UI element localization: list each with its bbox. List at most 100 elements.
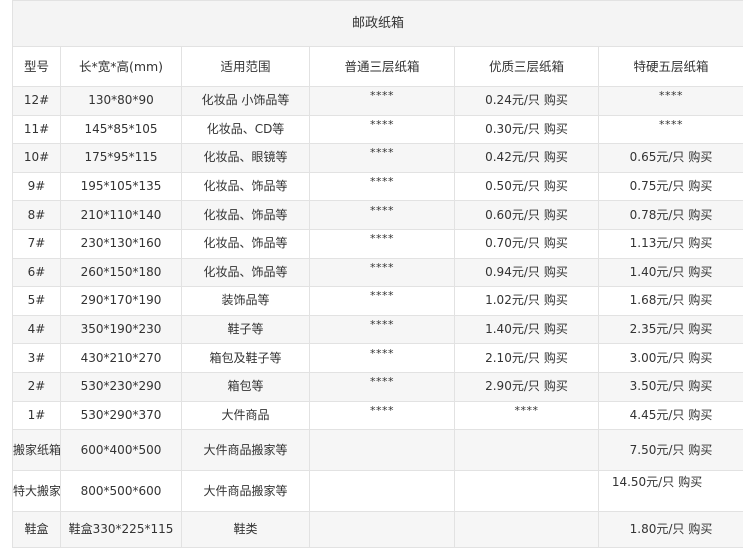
cell-quality-3-layer bbox=[455, 430, 599, 471]
buy-link[interactable]: 购买 bbox=[688, 179, 712, 193]
buy-link[interactable]: 购买 bbox=[688, 293, 712, 307]
buy-link[interactable]: 购买 bbox=[544, 179, 568, 193]
cell-normal-3-layer-text: **** bbox=[370, 232, 394, 245]
cell-usage-text: 化妆品 小饰品等 bbox=[202, 93, 290, 107]
cell-usage: 大件商品 bbox=[182, 401, 310, 430]
cell-model-text: 7# bbox=[28, 236, 46, 250]
cell-hard-5-layer: 1.40元/只购买 bbox=[599, 258, 743, 287]
cell-quality-3-layer: 2.90元/只购买 bbox=[455, 372, 599, 401]
cell-usage: 化妆品、饰品等 bbox=[182, 172, 310, 201]
cell-normal-3-layer: **** bbox=[310, 87, 455, 116]
cell-size: 230*130*160 bbox=[61, 229, 182, 258]
buy-link[interactable]: 购买 bbox=[688, 150, 712, 164]
price-value: 1.40元/只 bbox=[630, 265, 685, 279]
cell-usage: 化妆品、CD等 bbox=[182, 115, 310, 144]
cell-model: 2# bbox=[13, 372, 61, 401]
table-row: 鞋盒鞋盒330*225*115鞋类1.80元/只购买 bbox=[13, 512, 743, 548]
buy-link[interactable]: 购买 bbox=[688, 351, 712, 365]
cell-model: 4# bbox=[13, 315, 61, 344]
price-value: 1.13元/只 bbox=[630, 236, 685, 250]
buy-link[interactable]: 购买 bbox=[688, 236, 712, 250]
cell-size: 130*80*90 bbox=[61, 87, 182, 116]
cell-size-text: 145*85*105 bbox=[84, 122, 157, 136]
cell-model-text: 1# bbox=[28, 408, 46, 422]
cell-hard-5-layer-text: **** bbox=[659, 89, 683, 102]
price-value: 0.75元/只 bbox=[630, 179, 685, 193]
cell-model-text: 4# bbox=[28, 322, 46, 336]
cell-usage: 箱包及鞋子等 bbox=[182, 344, 310, 373]
buy-link[interactable]: 购买 bbox=[544, 265, 568, 279]
cell-size: 鞋盒330*225*115 bbox=[61, 512, 182, 548]
buy-link[interactable]: 购买 bbox=[544, 379, 568, 393]
cell-model: 3# bbox=[13, 344, 61, 373]
cell-normal-3-layer bbox=[310, 430, 455, 471]
cell-size-text: 530*290*370 bbox=[81, 408, 162, 422]
cell-quality-3-layer: 2.10元/只购买 bbox=[455, 344, 599, 373]
cell-normal-3-layer-text: **** bbox=[370, 404, 394, 417]
table-body: 12#130*80*90化妆品 小饰品等****0.24元/只购买****11#… bbox=[13, 87, 743, 548]
price-value: 0.65元/只 bbox=[630, 150, 685, 164]
buy-link[interactable]: 购买 bbox=[544, 122, 568, 136]
cell-size: 430*210*270 bbox=[61, 344, 182, 373]
cell-usage: 鞋类 bbox=[182, 512, 310, 548]
cell-usage-text: 化妆品、饰品等 bbox=[203, 179, 287, 193]
cell-size-text: 230*130*160 bbox=[81, 236, 162, 250]
cell-normal-3-layer: **** bbox=[310, 315, 455, 344]
cell-size: 145*85*105 bbox=[61, 115, 182, 144]
cell-size-text: 260*150*180 bbox=[81, 265, 162, 279]
table-row: 6#260*150*180化妆品、饰品等****0.94元/只购买1.40元/只… bbox=[13, 258, 743, 287]
buy-link[interactable]: 购买 bbox=[688, 408, 712, 422]
cell-size: 290*170*190 bbox=[61, 287, 182, 316]
buy-link[interactable]: 购买 bbox=[544, 236, 568, 250]
table-row: 5#290*170*190装饰品等****1.02元/只购买1.68元/只购买 bbox=[13, 287, 743, 316]
cell-quality-3-layer-text: **** bbox=[515, 404, 539, 417]
buy-link[interactable]: 购买 bbox=[544, 293, 568, 307]
buy-link[interactable]: 购买 bbox=[544, 93, 568, 107]
table-row: 10#175*95*115化妆品、眼镜等****0.42元/只购买0.65元/只… bbox=[13, 144, 743, 173]
buy-link[interactable]: 购买 bbox=[688, 208, 712, 222]
cell-usage: 大件商品搬家等 bbox=[182, 430, 310, 471]
price-value: 0.78元/只 bbox=[630, 208, 685, 222]
cell-normal-3-layer: **** bbox=[310, 258, 455, 287]
buy-link[interactable]: 购买 bbox=[688, 322, 712, 336]
cell-usage-text: 箱包等 bbox=[227, 379, 263, 393]
cell-usage: 化妆品、饰品等 bbox=[182, 201, 310, 230]
buy-link[interactable]: 购买 bbox=[544, 208, 568, 222]
cell-usage-text: 化妆品、饰品等 bbox=[203, 236, 287, 250]
header-hard-5-layer: 特硬五层纸箱 bbox=[599, 47, 743, 87]
cell-usage-text: 大件商品 bbox=[221, 408, 269, 422]
cell-hard-5-layer-text: **** bbox=[659, 118, 683, 131]
header-size: 长*宽*高(mm) bbox=[61, 47, 182, 87]
cell-model: 1# bbox=[13, 401, 61, 430]
buy-link[interactable]: 购买 bbox=[688, 522, 712, 536]
table-title: 邮政纸箱 bbox=[13, 1, 743, 47]
cell-size: 530*290*370 bbox=[61, 401, 182, 430]
header-normal-3-layer: 普通三层纸箱 bbox=[310, 47, 455, 87]
buy-link[interactable]: 购买 bbox=[678, 475, 702, 489]
cell-size-text: 600*400*500 bbox=[81, 443, 162, 457]
header-usage: 适用范围 bbox=[182, 47, 310, 87]
cell-size: 530*230*290 bbox=[61, 372, 182, 401]
cell-quality-3-layer: **** bbox=[455, 401, 599, 430]
cell-normal-3-layer: **** bbox=[310, 344, 455, 373]
buy-link[interactable]: 购买 bbox=[544, 351, 568, 365]
header-quality-3-layer: 优质三层纸箱 bbox=[455, 47, 599, 87]
table-row: 2#530*230*290箱包等****2.90元/只购买3.50元/只购买 bbox=[13, 372, 743, 401]
cell-normal-3-layer-text: **** bbox=[370, 89, 394, 102]
buy-link[interactable]: 购买 bbox=[688, 379, 712, 393]
buy-link[interactable]: 购买 bbox=[688, 265, 712, 279]
buy-link[interactable]: 购买 bbox=[688, 443, 712, 457]
cell-quality-3-layer: 0.24元/只购买 bbox=[455, 87, 599, 116]
cell-usage: 化妆品、饰品等 bbox=[182, 229, 310, 258]
cell-model: 8# bbox=[13, 201, 61, 230]
cell-model: 搬家纸箱 bbox=[13, 430, 61, 471]
buy-link[interactable]: 购买 bbox=[544, 322, 568, 336]
cell-hard-5-layer: 0.65元/只购买 bbox=[599, 144, 743, 173]
cell-normal-3-layer-text: **** bbox=[370, 375, 394, 388]
table-row: 搬家纸箱600*400*500大件商品搬家等7.50元/只购买 bbox=[13, 430, 743, 471]
buy-link[interactable]: 购买 bbox=[544, 150, 568, 164]
cell-size: 600*400*500 bbox=[61, 430, 182, 471]
cell-model-text: 8# bbox=[28, 208, 46, 222]
price-value: 0.50元/只 bbox=[485, 179, 540, 193]
cell-model-text: 12# bbox=[24, 93, 49, 107]
